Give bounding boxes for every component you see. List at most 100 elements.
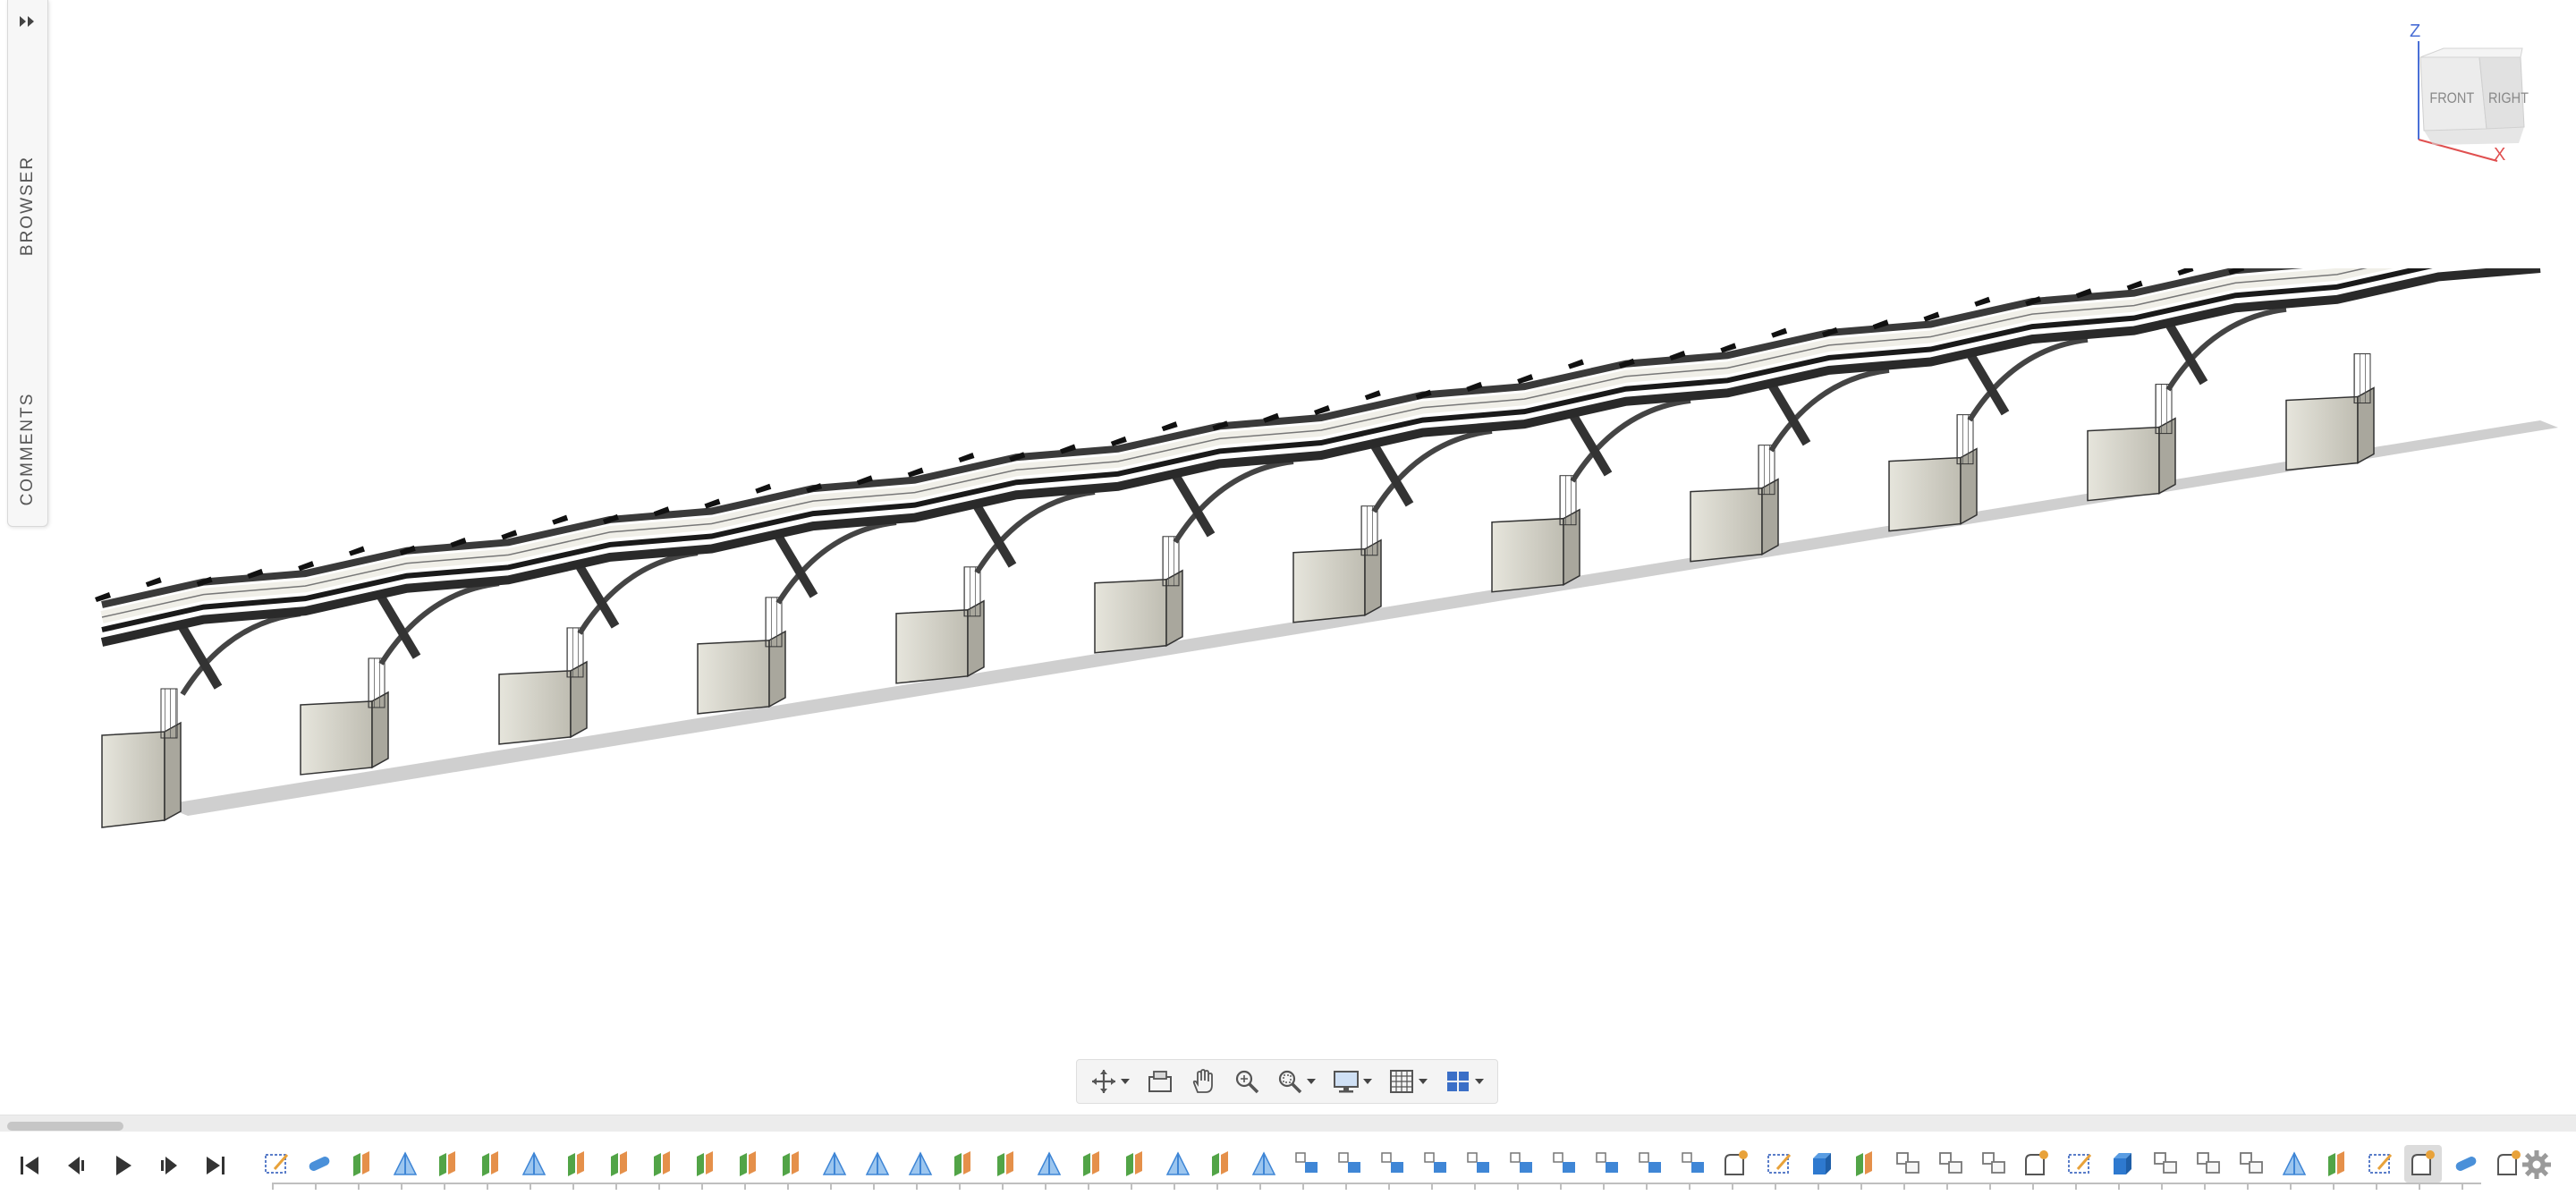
timeline-feature-pattern-blue[interactable] xyxy=(1546,1145,1583,1183)
comments-tab[interactable]: COMMENTS xyxy=(14,360,41,538)
timeline-feature-pattern-blue[interactable] xyxy=(1331,1145,1368,1183)
timeline-feature-pattern-blue[interactable] xyxy=(1460,1145,1497,1183)
ruler-tick xyxy=(1216,1184,1218,1190)
timeline-feature-sketch[interactable] xyxy=(258,1145,295,1183)
timeline-feature-pattern-gray[interactable] xyxy=(2190,1145,2227,1183)
pattern-gray-icon xyxy=(2154,1152,2177,1174)
fit-dropdown-caret[interactable] xyxy=(1307,1079,1317,1084)
expand-panel-button[interactable] xyxy=(15,9,40,34)
pattern-blue-icon xyxy=(1553,1152,1575,1173)
ruler-tick xyxy=(1474,1184,1476,1190)
ruler-tick xyxy=(315,1184,317,1190)
timeline-feature-mirror-blue[interactable] xyxy=(816,1145,853,1183)
skip-to-start-button[interactable] xyxy=(13,1149,47,1183)
timeline-feature-pattern-blue[interactable] xyxy=(1589,1145,1626,1183)
timeline-feature-pattern-gray[interactable] xyxy=(1932,1145,1970,1183)
navigation-toolbar xyxy=(1076,1059,1498,1104)
timeline-feature-sketch[interactable] xyxy=(2061,1145,2098,1183)
viewports-dropdown-caret[interactable] xyxy=(1474,1079,1484,1084)
cube-top-face[interactable] xyxy=(2419,47,2523,58)
pier-column xyxy=(160,688,178,739)
timeline-feature-pattern-blue[interactable] xyxy=(1374,1145,1411,1183)
step-forward-button[interactable] xyxy=(152,1149,186,1183)
timeline-feature-mirror-blue[interactable] xyxy=(1245,1145,1283,1183)
browser-tab[interactable]: BROWSER xyxy=(14,116,41,295)
display-dropdown-caret[interactable] xyxy=(1362,1079,1372,1084)
step-back-button[interactable] xyxy=(59,1149,93,1183)
ruler-tick xyxy=(1903,1184,1905,1190)
timeline-feature-fillet-orange[interactable] xyxy=(2404,1145,2442,1183)
plane-green-icon xyxy=(1212,1151,1228,1176)
fit-window-icon xyxy=(1279,1070,1302,1094)
fit-window-button[interactable] xyxy=(1273,1064,1319,1099)
timeline-feature-mirror-blue[interactable] xyxy=(1159,1145,1197,1183)
timeline-feature-mirror-blue[interactable] xyxy=(515,1145,553,1183)
timeline-feature-pattern-blue[interactable] xyxy=(1503,1145,1540,1183)
ruler-tick xyxy=(916,1184,918,1190)
zoom-button[interactable] xyxy=(1230,1064,1264,1099)
sketch-icon xyxy=(265,1154,289,1174)
timeline-feature-sketch[interactable] xyxy=(1760,1145,1798,1183)
ruler-tick xyxy=(272,1184,274,1190)
timeline-feature-mirror-blue[interactable] xyxy=(859,1145,896,1183)
cube-front-label: FRONT xyxy=(2429,89,2475,106)
timeline-feature-plane-green[interactable] xyxy=(2318,1145,2356,1183)
ruler-tick xyxy=(744,1184,746,1190)
timeline-feature-plane-green[interactable] xyxy=(773,1145,810,1183)
timeline-feature-mirror-blue[interactable] xyxy=(902,1145,939,1183)
grid-snap-button[interactable] xyxy=(1385,1064,1431,1099)
timeline-feature-plane-green[interactable] xyxy=(601,1145,639,1183)
timeline-feature-plane-green[interactable] xyxy=(730,1145,767,1183)
bridge-model[interactable] xyxy=(89,268,2558,841)
timeline-feature-plane-green[interactable] xyxy=(429,1145,467,1183)
timeline-feature-plane-green[interactable] xyxy=(1116,1145,1154,1183)
timeline-feature-plane-green[interactable] xyxy=(1846,1145,1884,1183)
timeline-feature-sketch[interactable] xyxy=(2361,1145,2399,1183)
orbit-button[interactable] xyxy=(1087,1064,1133,1099)
timeline-settings-button[interactable] xyxy=(2519,1147,2555,1183)
timeline-feature-plane-green[interactable] xyxy=(644,1145,682,1183)
timeline-feature-pattern-gray[interactable] xyxy=(1889,1145,1927,1183)
timeline-feature-plane-green[interactable] xyxy=(1202,1145,1240,1183)
timeline-feature-plane-green[interactable] xyxy=(945,1145,982,1183)
grid-dropdown-caret[interactable] xyxy=(1419,1079,1428,1084)
timeline-feature-fillet-orange[interactable] xyxy=(2018,1145,2055,1183)
canvas-viewport[interactable]: BROWSER COMMENTS Z FRONT RIGHT X xyxy=(0,0,2576,1109)
pattern-blue-icon xyxy=(1295,1152,1318,1173)
pattern-blue-icon xyxy=(1596,1152,1618,1173)
timeline-feature-pattern-blue[interactable] xyxy=(1674,1145,1712,1183)
timeline-feature-pattern-gray[interactable] xyxy=(1975,1145,2012,1183)
timeline-feature-plane-green[interactable] xyxy=(987,1145,1025,1183)
play-button[interactable] xyxy=(106,1149,140,1183)
ruler-tick xyxy=(2247,1184,2249,1190)
timeline-feature-extrude-body[interactable] xyxy=(2447,1145,2485,1183)
timeline-feature-plane-green[interactable] xyxy=(687,1145,724,1183)
skip-to-end-button[interactable] xyxy=(199,1149,233,1183)
timeline-feature-plane-green[interactable] xyxy=(472,1145,510,1183)
timeline-scrollbar-track[interactable] xyxy=(0,1115,2576,1132)
timeline-feature-plane-green[interactable] xyxy=(558,1145,596,1183)
look-at-button[interactable] xyxy=(1143,1064,1177,1099)
timeline-feature-fillet-orange[interactable] xyxy=(1717,1145,1755,1183)
timeline-feature-pattern-blue[interactable] xyxy=(1288,1145,1326,1183)
timeline-feature-pattern-blue[interactable] xyxy=(1631,1145,1669,1183)
timeline-feature-extrude-body[interactable] xyxy=(301,1145,338,1183)
pan-button[interactable] xyxy=(1186,1064,1220,1099)
timeline-feature-pattern-blue[interactable] xyxy=(1417,1145,1454,1183)
timeline-feature-plane-green[interactable] xyxy=(343,1145,381,1183)
timeline-scrollbar-thumb[interactable] xyxy=(7,1122,123,1131)
timeline-feature-plane-green[interactable] xyxy=(1073,1145,1111,1183)
display-settings-button[interactable] xyxy=(1329,1064,1376,1099)
orbit-dropdown-caret[interactable] xyxy=(1121,1079,1131,1084)
timeline-feature-pattern-gray[interactable] xyxy=(2147,1145,2184,1183)
timeline-feature-mirror-blue[interactable] xyxy=(2275,1145,2313,1183)
timeline-feature-mirror-blue[interactable] xyxy=(386,1145,424,1183)
timeline-feature-box-blue[interactable] xyxy=(1803,1145,1841,1183)
timeline-feature-pattern-gray[interactable] xyxy=(2233,1145,2270,1183)
viewports-button[interactable] xyxy=(1441,1064,1487,1099)
view-cube[interactable]: Z FRONT RIGHT X xyxy=(2397,21,2540,174)
timeline-feature-mirror-blue[interactable] xyxy=(1030,1145,1068,1183)
deck-lamp xyxy=(755,483,772,494)
cube-z-label: Z xyxy=(2410,21,2421,41)
timeline-feature-box-blue[interactable] xyxy=(2104,1145,2141,1183)
